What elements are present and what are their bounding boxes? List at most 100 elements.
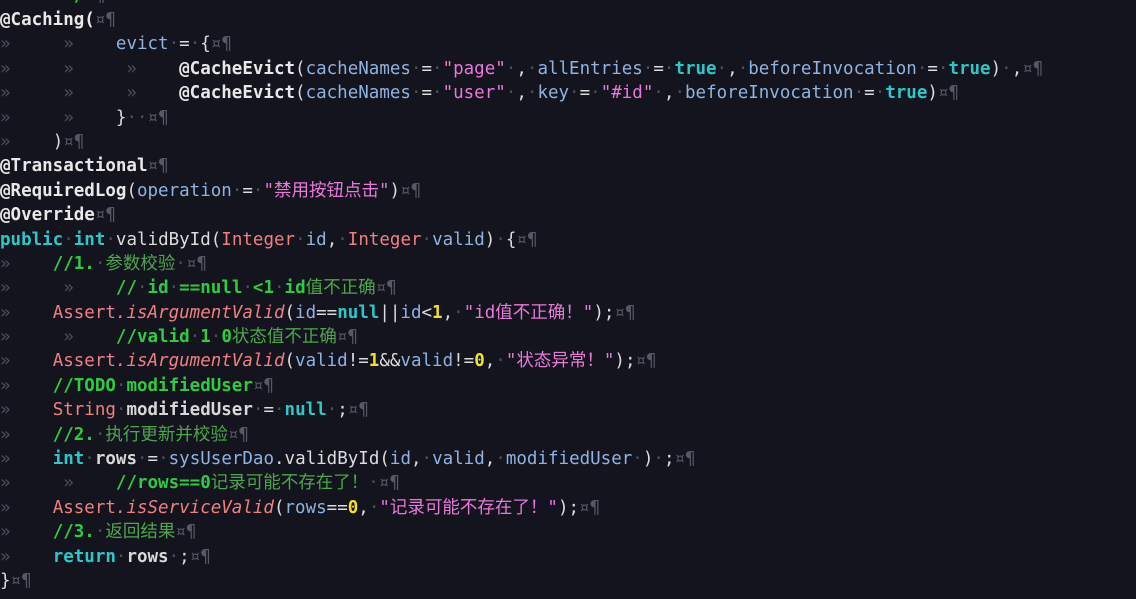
string-page: "page": [442, 58, 506, 79]
eol-marker: ¤¶: [400, 180, 422, 201]
code-line-11[interactable]: » //1.·参数校验·¤¶: [0, 252, 1136, 276]
tab-marker: »: [0, 302, 53, 323]
eol-marker: ¤¶: [189, 546, 211, 567]
code-line-14[interactable]: » » //valid·1·0状态值不正确¤¶: [0, 325, 1136, 349]
eol-marker: ¤¶: [614, 302, 636, 323]
tab-marker: »: [0, 400, 53, 421]
keyword-return: return: [52, 546, 116, 567]
token-evict: evict: [115, 34, 169, 55]
eol-marker: ¤¶: [175, 522, 197, 543]
clipped-code-line: */¤¶: [0, 0, 1136, 8]
eol-marker: ¤¶: [94, 205, 116, 226]
comment-valid-states: //valid: [115, 327, 190, 348]
tab-marker: »: [0, 131, 53, 152]
code-line-5[interactable]: » » }··¤¶: [0, 106, 1136, 130]
eol-marker: ¤¶: [147, 156, 169, 177]
tab-marker: »: [0, 351, 53, 372]
code-line-21[interactable]: » Assert.isServiceValid(rows==0,·"记录可能不存…: [0, 496, 1136, 520]
eol-marker: ¤¶: [63, 131, 85, 152]
tab-marker: »: [0, 253, 53, 274]
tab-marker: » »: [0, 278, 116, 299]
eol-marker: ¤¶: [227, 424, 249, 445]
tab-marker: »: [0, 375, 53, 396]
code-line-23[interactable]: » return·rows·;¤¶: [0, 545, 1136, 569]
code-line-22[interactable]: » //3.·返回结果¤¶: [0, 520, 1136, 544]
keyword-public: public: [0, 229, 64, 250]
comment-rows-zero: //rows==0: [115, 473, 211, 494]
method-isargumentvalid: .isArgumentValid: [115, 302, 285, 323]
class-assert: Assert: [52, 351, 116, 372]
tab-marker: » » »: [0, 58, 180, 79]
string-operation-label: "禁用按钮点击": [263, 180, 390, 201]
code-line-7[interactable]: @Transactional¤¶: [0, 154, 1136, 178]
eol-marker: ¤¶: [336, 327, 358, 348]
annotation-override: @Override: [0, 205, 95, 226]
eol-marker: ¤¶: [516, 229, 538, 250]
code-line-19[interactable]: » int·rows·=·sysUserDao.validById(id,·va…: [0, 447, 1136, 471]
annotation-caching: @Caching(: [0, 10, 95, 30]
code-line-8[interactable]: @RequiredLog(operation·=·"禁用按钮点击")¤¶: [0, 179, 1136, 203]
string-status-error: "状态异常！": [505, 351, 615, 372]
comment-id-check: //: [115, 278, 137, 299]
code-line-17[interactable]: » String·modifiedUser·=·null·;¤¶: [0, 398, 1136, 422]
annotation-cacheevict: @CacheEvict: [179, 58, 296, 79]
code-line-10[interactable]: public·int·validById(Integer·id,·Integer…: [0, 228, 1136, 252]
tab-marker: »: [0, 449, 53, 470]
code-line-18[interactable]: » //2.·执行更新并校验¤¶: [0, 423, 1136, 447]
eol-marker: ¤¶: [10, 570, 32, 591]
string-record-missing: "记录可能不存在了！": [379, 497, 558, 518]
tab-marker: »: [0, 546, 53, 567]
string-id-invalid: "id值不正确！": [463, 302, 594, 323]
annotation-cacheevict: @CacheEvict: [179, 83, 296, 104]
keyword-int: int: [52, 449, 85, 470]
eol-marker: ¤¶: [579, 497, 601, 518]
tab-marker: »: [0, 424, 53, 445]
code-line-4[interactable]: » » » @CacheEvict(cacheNames·=·"user"·,·…: [0, 81, 1136, 105]
var-rows: rows: [94, 449, 137, 470]
code-line-15[interactable]: » Assert.isArgumentValid(valid!=1&&valid…: [0, 349, 1136, 373]
method-name-validbyid: validById: [115, 229, 211, 250]
code-line-12[interactable]: » » //·id·==null·<1·id值不正确¤¶: [0, 276, 1136, 300]
method-isservicevalid: .isServiceValid: [115, 497, 274, 518]
class-assert: Assert: [52, 497, 116, 518]
code-editor-viewport[interactable]: */¤¶ @Caching(¤¶ » » evict·=·{¤¶ » » » @…: [0, 0, 1136, 599]
method-isargumentvalid: .isArgumentValid: [115, 351, 285, 372]
tab-marker: » »: [0, 34, 116, 55]
eol-marker: ¤¶: [94, 10, 116, 30]
keyword-int: int: [73, 229, 106, 250]
annotation-requiredlog: @RequiredLog: [0, 180, 127, 201]
string-user: "user": [442, 83, 506, 104]
code-line-13[interactable]: » Assert.isArgumentValid(id==null||id<1,…: [0, 301, 1136, 325]
tab-marker: » »: [0, 107, 116, 128]
eol-marker: ¤¶: [210, 34, 232, 55]
tab-marker: » »: [0, 473, 116, 494]
code-line-2[interactable]: » » evict·=·{¤¶: [0, 32, 1136, 56]
code-line-16[interactable]: » //TODO·modifiedUser¤¶: [0, 374, 1136, 398]
eol-marker: ¤¶: [147, 107, 169, 128]
eol-marker: ¤¶: [252, 375, 274, 396]
var-rows: rows: [126, 546, 169, 567]
code-line-24[interactable]: }¤¶: [0, 569, 1136, 593]
eol-marker: ¤¶: [347, 400, 369, 421]
comment-todo: //TODO: [52, 375, 116, 396]
eol-marker: ¤¶: [635, 351, 657, 372]
eol-marker: ¤¶: [674, 449, 696, 470]
annotation-transactional: @Transactional: [0, 156, 148, 177]
field-sysuserdao: sysUserDao: [168, 449, 274, 470]
comment-step-3: //3.: [52, 522, 95, 543]
eol-marker: ¤¶: [185, 253, 208, 274]
code-line-20[interactable]: » » //rows==0记录可能不存在了！·¤¶: [0, 471, 1136, 495]
tab-marker: » » »: [0, 83, 180, 104]
tab-marker: »: [0, 497, 53, 518]
code-line-1[interactable]: @Caching(¤¶: [0, 8, 1136, 32]
comment-step-2: //2.: [52, 424, 95, 445]
code-line-9[interactable]: @Override¤¶: [0, 203, 1136, 227]
tab-marker: »: [0, 522, 53, 543]
code-line-3[interactable]: » » » @CacheEvict(cacheNames·=·"page"·,·…: [0, 57, 1136, 81]
comment-step-1: //1.: [52, 253, 95, 274]
string-hash-id: "#id": [600, 83, 654, 104]
class-string: String: [52, 400, 116, 421]
eol-marker: ¤¶: [1022, 58, 1044, 79]
code-line-6[interactable]: » )¤¶: [0, 130, 1136, 154]
eol-marker: ¤¶: [378, 473, 400, 494]
